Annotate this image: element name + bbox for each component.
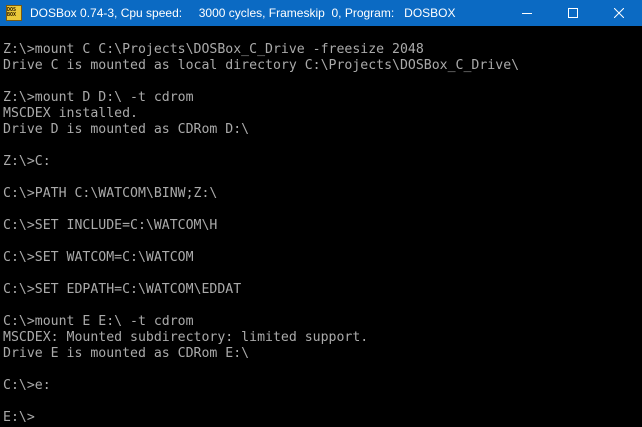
console-line: Z:\>mount D D:\ -t cdrom	[3, 90, 194, 105]
dosbox-app-icon[interactable]: DOS BOX	[6, 5, 22, 21]
console-line: C:\>mount E E:\ -t cdrom	[3, 314, 194, 329]
app-icon-label: DOS BOX	[7, 7, 17, 18]
console-line: Drive E is mounted as CDRom E:\	[3, 346, 250, 361]
minimize-button[interactable]	[504, 0, 550, 26]
close-button[interactable]	[596, 0, 642, 26]
console-line: C:\>PATH C:\WATCOM\BINW;Z:\	[3, 186, 218, 201]
console-line: C:\>SET WATCOM=C:\WATCOM	[3, 250, 194, 265]
console-line: Drive D is mounted as CDRom D:\	[3, 122, 250, 137]
window-controls	[504, 0, 642, 26]
console-line: C:\>SET EDPATH=C:\WATCOM\EDDAT	[3, 282, 242, 297]
dosbox-window: DOS BOX DOSBox 0.74-3, Cpu speed: 3000 c…	[0, 0, 642, 427]
console-line: Drive C is mounted as local directory C:…	[3, 58, 520, 73]
maximize-button[interactable]	[550, 0, 596, 26]
console-line: C:\>SET INCLUDE=C:\WATCOM\H	[3, 218, 218, 233]
command-prompt[interactable]: E:\>	[3, 410, 642, 426]
console-line: MSCDEX: Mounted subdirectory: limited su…	[3, 330, 369, 345]
minimize-icon	[522, 13, 532, 14]
console-line: Z:\>C:	[3, 154, 51, 169]
console-output[interactable]: Z:\>mount C C:\Projects\DOSBox_C_Drive -…	[0, 26, 642, 427]
title-bar[interactable]: DOS BOX DOSBox 0.74-3, Cpu speed: 3000 c…	[0, 0, 642, 26]
close-icon	[614, 8, 624, 18]
console-line: MSCDEX installed.	[3, 106, 138, 121]
console-line: C:\>e:	[3, 378, 51, 393]
console-line: Z:\>mount C C:\Projects\DOSBox_C_Drive -…	[3, 42, 424, 57]
window-title: DOSBox 0.74-3, Cpu speed: 3000 cycles, F…	[30, 6, 456, 20]
maximize-icon	[568, 8, 578, 18]
